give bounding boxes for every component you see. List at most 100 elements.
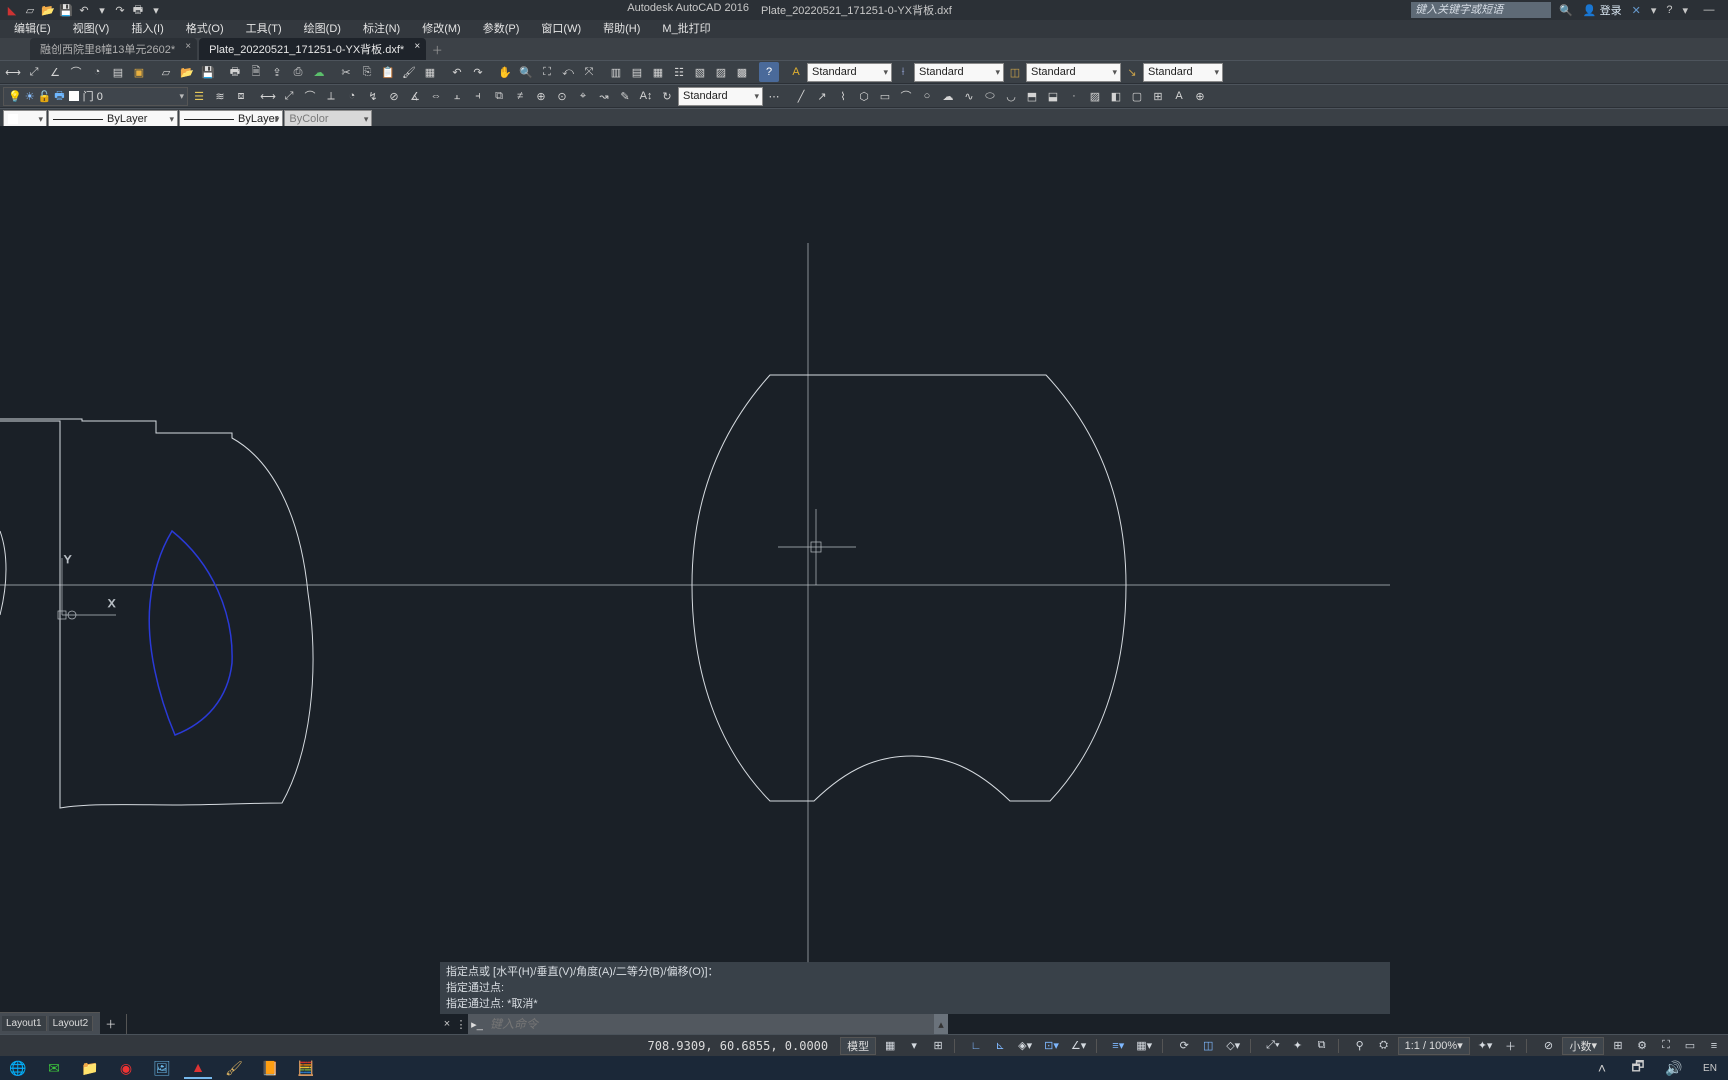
perf-icon[interactable]: ⊘ (1538, 1037, 1558, 1055)
doc-tab-1[interactable]: 融创西院里8幢13单元2602*× (30, 38, 197, 60)
a360-icon[interactable]: ▾ (1651, 4, 1657, 17)
tray-up-icon[interactable]: ˄ (1588, 1057, 1616, 1079)
gradient-icon[interactable]: ◧ (1106, 86, 1126, 106)
dim-break-icon[interactable]: ≠ (510, 86, 530, 106)
matchprop-icon[interactable]: 🖌 (399, 62, 419, 82)
menu-window[interactable]: 窗口(W) (533, 20, 589, 38)
explorer-icon[interactable]: 📁 (76, 1057, 104, 1079)
dim-angular-icon[interactable]: ∠ (45, 62, 65, 82)
preview-icon[interactable]: 🗎 (246, 62, 266, 82)
dimstyle-combo[interactable]: Standard (914, 63, 1004, 82)
gizmo-icon[interactable]: ✦ (1288, 1037, 1308, 1055)
mleaderstyle-combo[interactable]: Standard (1143, 63, 1223, 82)
cmd-recent-icon[interactable]: ▴ (934, 1014, 948, 1034)
3dprint-icon[interactable]: ⎙ (288, 62, 308, 82)
viewport2-icon[interactable]: ▤ (627, 62, 647, 82)
insert-icon[interactable]: ⬒ (1022, 86, 1042, 106)
layout-icon[interactable]: ▧ (690, 62, 710, 82)
menu-param[interactable]: 参数(P) (475, 20, 528, 38)
menu-view[interactable]: 视图(V) (65, 20, 118, 38)
qv-icon[interactable]: ⊞ (1608, 1037, 1628, 1055)
dim-linear-icon[interactable]: ⟷ (258, 86, 278, 106)
dim-radius-icon[interactable]: ◔ (87, 62, 107, 82)
transparency-icon[interactable]: ▦▾ (1132, 1037, 1156, 1055)
cycle-icon[interactable]: ⟳ (1174, 1037, 1194, 1055)
dim-aligned2-icon[interactable]: ⤢ (279, 86, 299, 106)
sheet-icon[interactable]: ☷ (669, 62, 689, 82)
polar-icon[interactable]: ⊾ (990, 1037, 1010, 1055)
viewer-icon[interactable]: 🖼 (148, 1057, 176, 1079)
layerprops-icon[interactable]: ☰ (189, 86, 209, 106)
dim-arc2-icon[interactable]: ⌒ (300, 86, 320, 106)
dyn-ucs-icon[interactable]: ◇▾ (1222, 1037, 1244, 1055)
add-tab-button[interactable]: ＋ (428, 42, 446, 60)
close-icon[interactable]: × (185, 41, 191, 52)
ellipse-icon[interactable]: ⬭ (980, 86, 1000, 106)
dim-angle-icon[interactable]: ∡ (405, 86, 425, 106)
viewport3-icon[interactable]: ▦ (648, 62, 668, 82)
revcloud-icon[interactable]: ☁ (938, 86, 958, 106)
login-link[interactable]: 👤 登录 (1583, 2, 1622, 18)
textstyle-icon[interactable]: A (786, 62, 806, 82)
point-icon[interactable]: · (1064, 86, 1084, 106)
copy-icon[interactable]: ⎘ (357, 62, 377, 82)
pan-icon[interactable]: ✋ (495, 62, 515, 82)
arc-icon[interactable]: ⌒ (896, 86, 916, 106)
lwt-icon[interactable]: ≡▾ (1108, 1037, 1128, 1055)
plot-icon[interactable]: 🖶 (225, 62, 245, 82)
tolerance-icon[interactable]: ⊕ (531, 86, 551, 106)
annotstyle-combo[interactable]: Standard (678, 87, 763, 106)
cut-icon[interactable]: ✂ (336, 62, 356, 82)
redo-dropdown-icon[interactable]: ▾ (94, 2, 110, 18)
rect-icon[interactable]: ▭ (875, 86, 895, 106)
tray-net-icon[interactable]: 🗗 (1624, 1057, 1652, 1079)
table-icon[interactable]: ⊞ (1148, 86, 1168, 106)
layout-add-button[interactable]: ＋ (95, 1014, 127, 1034)
undo-icon[interactable]: ↶ (447, 62, 467, 82)
undo-icon[interactable]: ↶ (76, 2, 92, 18)
spline-icon[interactable]: ∿ (959, 86, 979, 106)
drawing-canvas[interactable]: Y X (0, 126, 1390, 1080)
polygon-icon[interactable]: ⬡ (854, 86, 874, 106)
dim-jog-icon[interactable]: ↯ (363, 86, 383, 106)
help-dropdown-icon[interactable]: ▾ (1682, 4, 1688, 17)
line-icon[interactable]: ╱ (791, 86, 811, 106)
iso-mon-icon[interactable]: ⛶ (1656, 1037, 1676, 1055)
zoom-extents-icon[interactable]: ⤧ (579, 62, 599, 82)
publish-icon[interactable]: ⇪ (267, 62, 287, 82)
layout3-icon[interactable]: ▩ (732, 62, 752, 82)
block-insert-icon[interactable]: ▣ (129, 62, 149, 82)
cmd-handle-icon[interactable]: ⋮ (454, 1018, 468, 1031)
qat-more-icon[interactable]: ▾ (148, 2, 164, 18)
dim-edit-icon[interactable]: ✎ (615, 86, 635, 106)
menu-draw[interactable]: 绘图(D) (296, 20, 349, 38)
dim-baseline-icon[interactable]: ⫠ (447, 86, 467, 106)
dim-textedit-icon[interactable]: A↕ (636, 86, 656, 106)
redo-icon[interactable]: ↷ (112, 2, 128, 18)
close-icon[interactable]: × (414, 41, 420, 52)
red-app-icon[interactable]: ◉ (112, 1057, 140, 1079)
open-icon[interactable]: 📂 (177, 62, 197, 82)
save-icon[interactable]: 💾 (58, 2, 74, 18)
help-icon[interactable]: ? (1666, 4, 1672, 16)
modelspace-button[interactable]: 模型 (840, 1037, 876, 1055)
custom-icon[interactable]: ≡ (1704, 1037, 1724, 1055)
dim-continue-icon[interactable]: ⫞ (468, 86, 488, 106)
command-line[interactable]: ▸_ ▴ (468, 1014, 948, 1034)
online-icon[interactable]: ☁ (309, 62, 329, 82)
dim-quick-icon[interactable]: ⇔ (426, 86, 446, 106)
block-icon[interactable]: ▦ (420, 62, 440, 82)
region-icon[interactable]: ▢ (1127, 86, 1147, 106)
dim-linear-icon[interactable]: ⟷ (3, 62, 23, 82)
layout-tab-1[interactable]: Layout1 (2, 1016, 47, 1031)
centermark-icon[interactable]: ⊙ (552, 86, 572, 106)
annomon-icon[interactable]: ＋ (1500, 1037, 1520, 1055)
layer-combo[interactable]: 💡☀🔓🖶门 0 (3, 87, 188, 106)
cmd-close-icon[interactable]: × (440, 1018, 454, 1030)
textstyle-combo[interactable]: Standard (807, 63, 892, 82)
autocad-icon[interactable]: ▲ (184, 1057, 212, 1079)
dim-jogline-icon[interactable]: ↝ (594, 86, 614, 106)
new-icon[interactable]: ▱ (156, 62, 176, 82)
layout2-icon[interactable]: ▨ (711, 62, 731, 82)
addselected-icon[interactable]: ⊕ (1190, 86, 1210, 106)
